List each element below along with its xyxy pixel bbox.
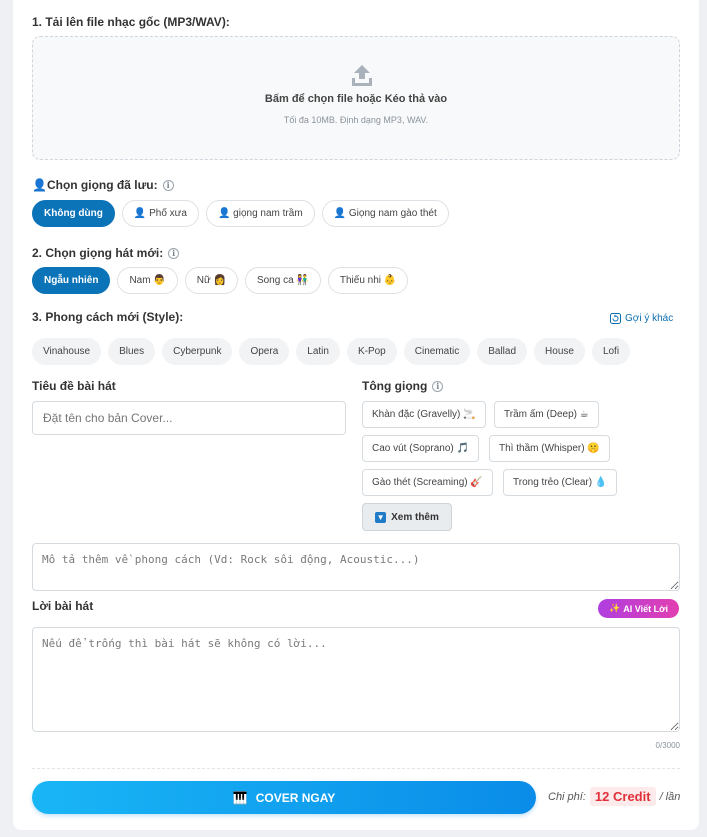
- new-voice-label: 2. Chọn giọng hát mới: i: [32, 246, 180, 260]
- tone-option-soprano[interactable]: Cao vút (Soprano) 🎵: [362, 435, 479, 462]
- arrow-down-icon: ▼: [375, 511, 387, 523]
- piano-icon: 🎹: [232, 790, 248, 805]
- upload-dropzone[interactable]: Bấm để chọn file hoặc Kéo thả vào Tối đa…: [32, 36, 680, 160]
- suggest-more-button[interactable]: Gợi ý khác: [610, 313, 673, 324]
- saved-voice-option-pho-xua[interactable]: 👤 Phố xưa: [121, 200, 199, 227]
- saved-voice-options: Không dùng 👤 Phố xưa 👤 giọng nam trầm 👤 …: [32, 200, 449, 227]
- new-voice-options: Ngẫu nhiên Nam 👨 Nữ 👩 Song ca 👫 Thiếu nh…: [32, 267, 409, 294]
- new-voice-option-duet[interactable]: Song ca 👫: [244, 267, 321, 294]
- lyrics-input[interactable]: [32, 627, 680, 732]
- style-option[interactable]: Vinahouse: [32, 338, 102, 365]
- credit-badge: 12 Credit: [589, 787, 656, 806]
- style-label: 3. Phong cách mới (Style):: [32, 310, 184, 324]
- lyrics-label: Lời bài hát: [32, 599, 94, 613]
- style-option[interactable]: K-Pop: [346, 338, 397, 365]
- style-options: Vinahouse Blues Cyberpunk Opera Latin K-…: [32, 338, 631, 365]
- tone-label: Tông giọng i: [362, 379, 444, 393]
- upload-subtitle: Tối đa 10MB. Định dạng MP3, WAV.: [283, 115, 429, 125]
- tone-option-gravelly[interactable]: Khàn đặc (Gravelly) 🚬: [362, 401, 486, 428]
- info-icon[interactable]: i: [162, 180, 174, 191]
- info-icon[interactable]: i: [432, 381, 444, 392]
- style-description-input[interactable]: [32, 543, 680, 591]
- tone-option-whisper[interactable]: Thì thầm (Whisper) 🤫: [489, 435, 610, 462]
- upload-title: Bấm để chọn file hoặc Kéo thả vào: [264, 93, 448, 105]
- saved-voice-option-none[interactable]: Không dùng: [32, 200, 115, 227]
- upload-icon: [352, 65, 372, 86]
- new-voice-option-female[interactable]: Nữ 👩: [184, 267, 238, 294]
- song-title-input[interactable]: [32, 401, 346, 435]
- saved-voice-label: 👤Chọn giọng đã lưu: i: [32, 178, 174, 192]
- sparkle-icon: ✨: [609, 603, 621, 613]
- style-option[interactable]: Cyberpunk: [162, 338, 233, 365]
- style-option[interactable]: House: [534, 338, 585, 365]
- lyrics-char-counter: 0/3000: [655, 741, 680, 750]
- song-title-label: Tiêu đề bài hát: [32, 379, 116, 393]
- divider: [32, 768, 680, 769]
- new-voice-option-random[interactable]: Ngẫu nhiên: [32, 267, 111, 294]
- new-voice-option-child[interactable]: Thiếu nhi 👶: [327, 267, 409, 294]
- refresh-icon: [610, 313, 621, 324]
- cost-info: Chi phí: 12 Credit / lần: [548, 787, 681, 806]
- saved-voice-option-nam-tram[interactable]: 👤 giọng nam trầm: [205, 200, 315, 227]
- style-option[interactable]: Latin: [296, 338, 340, 365]
- style-option[interactable]: Lofi: [591, 338, 631, 365]
- style-option[interactable]: Opera: [239, 338, 290, 365]
- cover-now-button[interactable]: 🎹 COVER NGAY: [32, 781, 536, 814]
- style-option[interactable]: Ballad: [477, 338, 528, 365]
- tone-option-deep[interactable]: Trầm ấm (Deep) ☕: [494, 401, 599, 428]
- tone-option-screaming[interactable]: Gào thét (Screaming) 🎸: [362, 469, 493, 496]
- cover-form-panel: 1. Tải lên file nhạc gốc (MP3/WAV): Bấm …: [13, 0, 699, 830]
- show-more-button[interactable]: ▼ Xem thêm: [362, 503, 452, 531]
- style-option[interactable]: Blues: [108, 338, 156, 365]
- saved-voice-option-nam-gao-thet[interactable]: 👤 Giọng nam gào thét: [321, 200, 449, 227]
- upload-label: 1. Tải lên file nhạc gốc (MP3/WAV):: [32, 15, 230, 29]
- info-icon[interactable]: i: [168, 248, 180, 259]
- ai-write-lyrics-button[interactable]: ✨ AI Viết Lời: [598, 599, 679, 618]
- style-option[interactable]: Cinematic: [403, 338, 471, 365]
- new-voice-option-male[interactable]: Nam 👨: [117, 267, 178, 294]
- tone-option-clear[interactable]: Trong trẻo (Clear) 💧: [503, 469, 618, 496]
